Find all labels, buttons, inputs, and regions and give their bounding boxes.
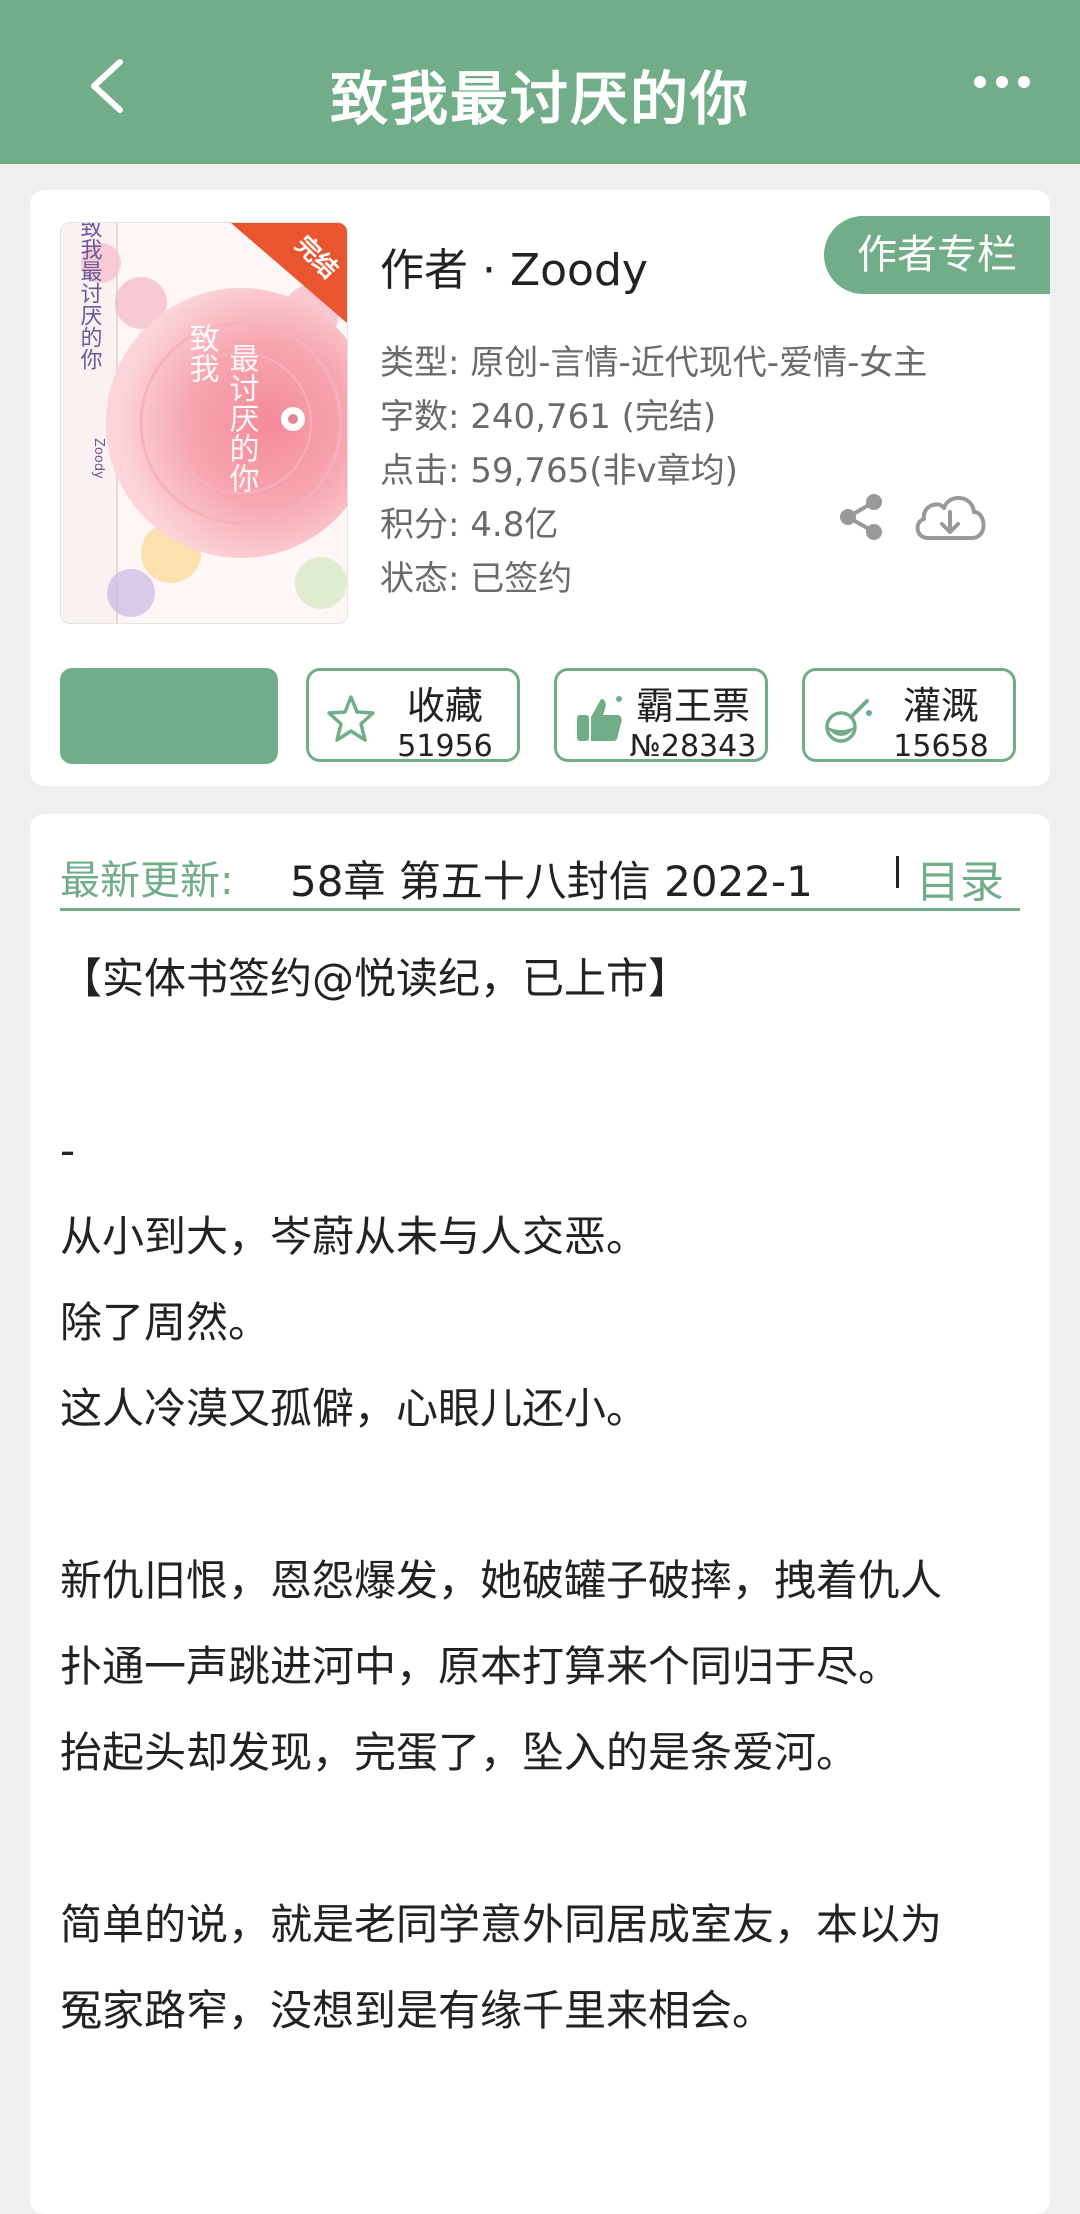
irrigate-label: 灌溉 bbox=[902, 684, 979, 728]
star-icon bbox=[327, 695, 375, 742]
top-bar: 致我最讨厌的你 bbox=[0, 0, 1080, 164]
book-detail-card: 最新更新: 58章 第五十八封信 2022-1 目录 【实体书签约@悦读纪，已上… bbox=[30, 814, 1050, 2214]
meta-words: 字数: 240,761 (完结) bbox=[380, 397, 717, 437]
intro-line bbox=[60, 1796, 1040, 1882]
intro-line bbox=[60, 1022, 1040, 1108]
intro-line: 冤家路窄，没想到是有缘千里来相会。 bbox=[60, 1986, 775, 2035]
overlord-ticket-count: №28343 bbox=[629, 729, 757, 764]
svg-text:致我: 致我 bbox=[184, 323, 219, 383]
table-of-contents-link[interactable]: 目录 bbox=[916, 846, 1004, 910]
author-column-button[interactable]: 作者专栏 bbox=[824, 216, 1050, 294]
intro-line: 新仇旧恨，恩怨爆发，她破罐子破摔，拽着仇人 bbox=[60, 1556, 943, 1605]
overlord-ticket-label: 霸王票 bbox=[635, 684, 750, 728]
intro-line: 【实体书签约@悦读纪，已上市】 bbox=[60, 954, 691, 1003]
svg-text:致我最讨厌的你: 致我最讨厌的你 bbox=[77, 222, 103, 370]
intro-line: - bbox=[60, 1126, 76, 1175]
author-name[interactable]: 作者 · Zoody bbox=[380, 234, 648, 298]
latest-update-bar[interactable]: 最新更新: 58章 第五十八封信 2022-1 目录 bbox=[60, 842, 1020, 911]
intro-line: 扑通一声跳进河中，原本打算来个同归于尽。 bbox=[60, 1642, 901, 1691]
share-icon[interactable] bbox=[836, 492, 886, 542]
intro-line: 这人冷漠又孤僻，心眼儿还小。 bbox=[60, 1384, 649, 1433]
favorite-label: 收藏 bbox=[406, 684, 483, 728]
irrigate-button[interactable]: 灌溉 15658 bbox=[802, 668, 1016, 764]
svg-text:Zoody: Zoody bbox=[91, 438, 106, 479]
irrigate-count: 15658 bbox=[893, 729, 989, 764]
thumbs-up-icon bbox=[577, 696, 622, 741]
book-introduction: 【实体书签约@悦读纪，已上市】 - 从小到大，岑蔚从未与人交恶。 除了周然。 这… bbox=[60, 936, 1040, 2054]
overlord-ticket-button[interactable]: 霸王票 №28343 bbox=[554, 668, 768, 764]
intro-line: 从小到大，岑蔚从未与人交恶。 bbox=[60, 1212, 649, 1261]
svg-text:最讨厌的你: 最讨厌的你 bbox=[224, 343, 260, 493]
intro-line bbox=[60, 1452, 1040, 1538]
cloud-download-icon[interactable] bbox=[910, 486, 990, 550]
book-meta: 类型: 原创-言情-近代现代-爱情-女主 字数: 240,761 (完结) 点击… bbox=[380, 336, 927, 606]
more-dots-icon[interactable] bbox=[970, 70, 1034, 94]
book-info-card: 致我最讨厌的你 Zoody 致我 最讨厌的你 完结 作者 · Zoody 作者专… bbox=[30, 190, 1050, 786]
page-title: 致我最讨厌的你 bbox=[329, 65, 750, 133]
latest-update-label: 最新更新: bbox=[60, 858, 234, 904]
intro-line: 简单的说，就是老同学意外同居成室友，本以为 bbox=[60, 1900, 943, 1949]
meta-type: 类型: 原创-言情-近代现代-爱情-女主 bbox=[380, 343, 928, 383]
book-cover[interactable]: 致我最讨厌的你 Zoody 致我 最讨厌的你 完结 bbox=[60, 222, 348, 624]
meta-status: 状态: 已签约 bbox=[380, 559, 573, 599]
latest-chapter-marquee[interactable]: 58章 第五十八封信 2022-1 bbox=[290, 848, 868, 909]
meta-clicks: 点击: 59,765(非v章均) bbox=[380, 451, 738, 491]
favorite-count: 51956 bbox=[397, 729, 493, 764]
favorite-button[interactable]: 收藏 51956 bbox=[306, 668, 520, 764]
intro-line: 除了周然。 bbox=[60, 1298, 271, 1347]
nutrient-flask-icon bbox=[825, 699, 872, 743]
read-button[interactable] bbox=[60, 668, 278, 764]
text-cursor bbox=[896, 856, 899, 888]
intro-line: 抬起头却发现，完蛋了，坠入的是条爱河。 bbox=[60, 1728, 859, 1777]
